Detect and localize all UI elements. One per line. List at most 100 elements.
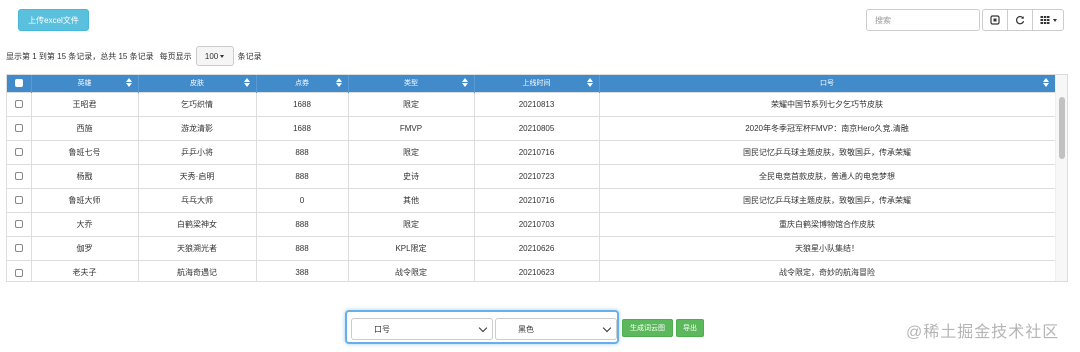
scrollbar-thumb[interactable] xyxy=(1059,97,1065,159)
column-header-label: 口号 xyxy=(820,80,834,88)
table-cell: 限定 xyxy=(348,91,475,116)
refresh-button[interactable] xyxy=(1007,9,1033,31)
table-row[interactable]: 大乔 白鹤梁神女 888 限定 20210703 重庆白鹤梁博物馆合作皮肤 xyxy=(7,211,1056,236)
sort-icon xyxy=(243,78,250,87)
wordcloud-control-panel: 口号 黑色 xyxy=(345,310,619,344)
table-cell: 乒乒小将 xyxy=(138,139,257,164)
column-header[interactable]: 上线时间 xyxy=(474,75,600,92)
row-checkbox[interactable] xyxy=(14,148,23,157)
table-cell: 20210813 xyxy=(474,91,600,116)
table-cell: 伽罗 xyxy=(31,235,139,260)
table-row[interactable]: 杨戬 天秀·启明 888 史诗 20210723 全民电竞首款皮肤，普通人的电竞梦想 xyxy=(7,163,1056,188)
vertical-scrollbar[interactable] xyxy=(1055,75,1067,281)
column-header[interactable]: 皮肤 xyxy=(138,75,257,92)
table-cell: 老夫子 xyxy=(31,259,139,281)
table-cell: 20210716 xyxy=(474,139,600,164)
pagination-summary: 显示第 1 到第 15 条记录，总共 15 条记录 xyxy=(6,51,154,61)
pagination-info: 显示第 1 到第 15 条记录，总共 15 条记录 每页显示 100 条记录 xyxy=(6,46,262,66)
chevron-down-icon xyxy=(1052,18,1057,22)
page-size-dropdown[interactable]: 100 xyxy=(195,46,234,66)
table-cell: 国民记忆乒乓球主题皮肤，致敬国乒，传承荣耀 xyxy=(599,139,1056,164)
table-cell: 888 xyxy=(256,235,349,260)
table-cell: 游龙清影 xyxy=(138,115,257,140)
table-cell: 大乔 xyxy=(31,211,139,236)
column-header[interactable]: 类型 xyxy=(348,75,475,92)
table-cell: 1688 xyxy=(256,91,349,116)
table-cell: 20210626 xyxy=(474,235,600,260)
field-select-value: 口号 xyxy=(374,324,390,334)
table-cell: 鲁班大师 xyxy=(31,187,139,212)
generate-wordcloud-button[interactable]: 生成词云图 xyxy=(622,319,673,337)
refresh-icon xyxy=(1015,15,1025,25)
row-checkbox-cell xyxy=(7,235,32,260)
column-header[interactable]: 英雄 xyxy=(31,75,139,92)
table-cell: 限定 xyxy=(348,211,475,236)
row-checkbox[interactable] xyxy=(14,244,23,253)
column-header[interactable]: 点券 xyxy=(256,75,349,92)
table-cell: FMVP xyxy=(348,115,475,140)
row-checkbox-cell xyxy=(7,115,32,140)
table-cell: 战令限定，奇妙的航海冒险 xyxy=(599,259,1056,281)
column-header-label: 皮肤 xyxy=(190,80,204,88)
search-input[interactable] xyxy=(866,9,980,31)
row-checkbox-cell xyxy=(7,163,32,188)
columns-grid-icon xyxy=(1040,16,1049,24)
data-table-container: 英雄 皮肤 点券 类型 上线时间 口号 王昭君 乞巧织情 1688 限定 2021081… xyxy=(6,74,1068,282)
table-cell: 限定 xyxy=(348,139,475,164)
table-cell: 天狼溯光者 xyxy=(138,235,257,260)
table-row[interactable]: 伽罗 天狼溯光者 888 KPL限定 20210626 天狼星小队集结！ xyxy=(7,235,1056,260)
table-row[interactable]: 鲁班七号 乒乒小将 888 限定 20210716 国民记忆乒乓球主题皮肤，致敬国乒，传承… xyxy=(7,139,1056,164)
table-cell: 888 xyxy=(256,139,349,164)
table-cell: 荣耀中国节系列七夕乞巧节皮肤 xyxy=(599,91,1056,116)
sort-icon xyxy=(1042,78,1049,87)
chevron-down-icon xyxy=(602,323,612,333)
table-cell: KPL限定 xyxy=(348,235,475,260)
select-all-checkbox[interactable] xyxy=(14,79,23,88)
row-checkbox[interactable] xyxy=(14,172,23,181)
table-cell: 鲁班七号 xyxy=(31,139,139,164)
table-cell: 王昭君 xyxy=(31,91,139,116)
column-header-label: 上线时间 xyxy=(522,80,551,88)
table-cell: 20210805 xyxy=(474,115,600,140)
records-suffix: 条记录 xyxy=(237,51,262,61)
table-cell: 20210623 xyxy=(474,259,600,281)
table-cell: 20210703 xyxy=(474,211,600,236)
chevron-down-icon xyxy=(478,323,488,333)
table-cell: 史诗 xyxy=(348,163,475,188)
row-checkbox[interactable] xyxy=(14,100,23,109)
table-cell: 白鹤梁神女 xyxy=(138,211,257,236)
table-cell: 西施 xyxy=(31,115,139,140)
per-page-label: 每页显示 xyxy=(159,51,192,61)
table-body: 王昭君 乞巧织情 1688 限定 20210813 荣耀中国节系列七夕乞巧节皮肤 西施 游龙清… xyxy=(7,91,1056,281)
table-row[interactable]: 王昭君 乞巧织情 1688 限定 20210813 荣耀中国节系列七夕乞巧节皮肤 xyxy=(7,91,1056,116)
color-select[interactable]: 黑色 xyxy=(495,318,617,340)
toggle-view-button[interactable] xyxy=(982,9,1008,31)
field-select[interactable]: 口号 xyxy=(351,318,493,340)
upload-excel-button[interactable]: 上传excel文件 xyxy=(18,9,89,31)
table-cell: 888 xyxy=(256,163,349,188)
columns-dropdown-button[interactable] xyxy=(1032,9,1064,31)
select-all-checkbox-cell xyxy=(7,75,32,92)
row-checkbox[interactable] xyxy=(14,268,23,277)
export-button[interactable]: 导出 xyxy=(676,319,704,337)
row-checkbox[interactable] xyxy=(14,196,23,205)
row-checkbox[interactable] xyxy=(14,124,23,133)
table-cell: 20210716 xyxy=(474,187,600,212)
column-header-label: 英雄 xyxy=(77,80,92,88)
column-header[interactable]: 口号 xyxy=(599,75,1056,92)
sort-icon xyxy=(461,78,468,87)
table-row[interactable]: 老夫子 航海奇遇记 388 战令限定 20210623 战令限定，奇妙的航海冒险 xyxy=(7,259,1056,281)
color-select-value: 黑色 xyxy=(518,324,534,334)
page-size-value: 100 xyxy=(204,51,219,61)
table-cell: 乓乓大师 xyxy=(138,187,257,212)
table-cell: 888 xyxy=(256,211,349,236)
table-cell: 1688 xyxy=(256,115,349,140)
column-header-label: 类型 xyxy=(404,80,418,88)
column-header-label: 点券 xyxy=(295,80,309,88)
table-row[interactable]: 鲁班大师 乓乓大师 0 其他 20210716 国民记忆乒乓球主题皮肤，致敬国乒，传承荣耀 xyxy=(7,187,1056,212)
table-cell: 2020年冬季冠军杯FMVP：南京Hero久竞.清融 xyxy=(599,115,1056,140)
chevron-down-icon xyxy=(220,54,225,58)
table-cell: 杨戬 xyxy=(31,163,139,188)
row-checkbox[interactable] xyxy=(14,220,23,229)
table-row[interactable]: 西施 游龙清影 1688 FMVP 20210805 2020年冬季冠军杯FMVP：南京H… xyxy=(7,115,1056,140)
